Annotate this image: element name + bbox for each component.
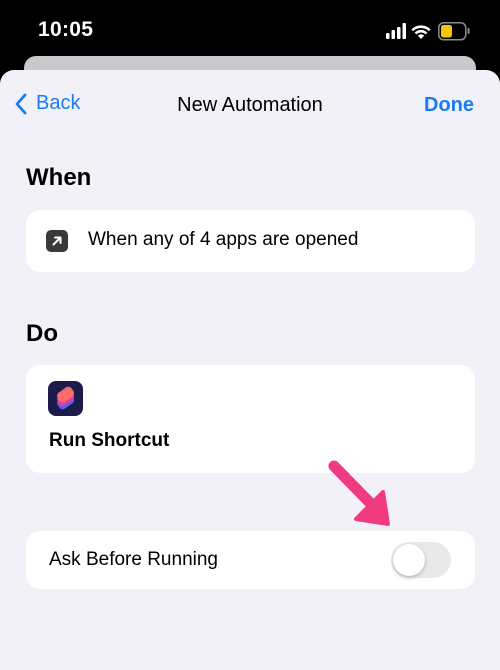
automation-sheet: Back New Automation Done When When any o… [0, 70, 500, 670]
when-section-title: When [26, 164, 92, 191]
ask-before-running-label: Ask Before Running [49, 549, 218, 570]
run-shortcut-card[interactable]: Run Shortcut [26, 365, 475, 473]
ask-before-running-toggle[interactable] [391, 542, 451, 578]
do-section-title: Do [26, 320, 58, 347]
ask-before-running-row: Ask Before Running [26, 531, 475, 589]
when-trigger-text: When any of 4 apps are opened [88, 229, 359, 250]
run-shortcut-label: Run Shortcut [49, 430, 170, 451]
cellular-signal-icon [386, 23, 406, 39]
battery-icon [438, 22, 470, 41]
wifi-icon [411, 25, 431, 39]
done-button[interactable]: Done [424, 94, 474, 117]
when-trigger-card[interactable]: When any of 4 apps are opened [26, 210, 475, 272]
status-icons [386, 22, 470, 41]
status-time: 10:05 [38, 18, 94, 41]
pink-arrow-icon [328, 460, 390, 526]
app-open-arrow-icon [46, 230, 68, 252]
shortcuts-app-icon [48, 381, 83, 416]
toggle-knob [393, 544, 425, 576]
status-bar: 10:05 [0, 0, 500, 60]
